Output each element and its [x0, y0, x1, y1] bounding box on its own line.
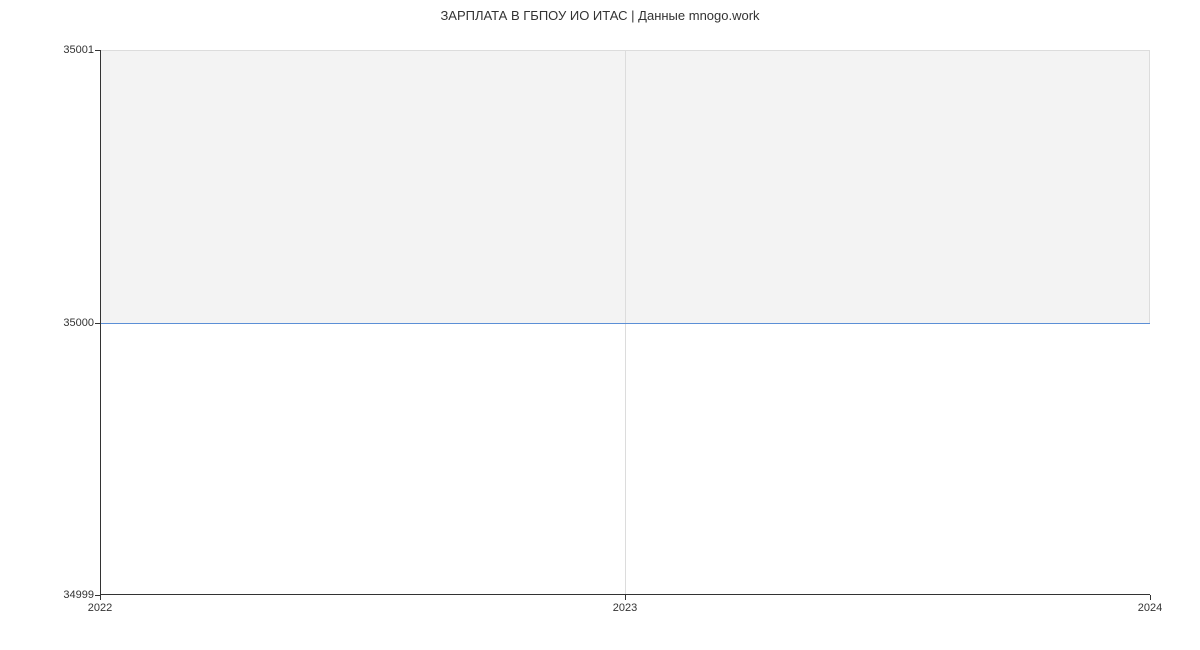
y-tick-label: 35000	[14, 317, 94, 329]
x-tick	[1150, 595, 1151, 600]
x-tick-label: 2023	[613, 602, 637, 614]
x-tick	[625, 595, 626, 600]
y-tick	[95, 323, 100, 324]
y-axis	[100, 50, 101, 595]
chart-container: ЗАРПЛАТА В ГБПОУ ИО ИТАС | Данные mnogo.…	[0, 0, 1200, 650]
chart-title: ЗАРПЛАТА В ГБПОУ ИО ИТАС | Данные mnogo.…	[0, 8, 1200, 23]
x-tick	[100, 595, 101, 600]
x-tick-label: 2024	[1138, 602, 1162, 614]
series-line	[100, 323, 1150, 324]
y-tick-label: 35001	[14, 44, 94, 56]
x-tick-label: 2022	[88, 602, 112, 614]
plot-area	[100, 50, 1150, 595]
y-tick	[95, 50, 100, 51]
y-tick-label: 34999	[14, 589, 94, 601]
